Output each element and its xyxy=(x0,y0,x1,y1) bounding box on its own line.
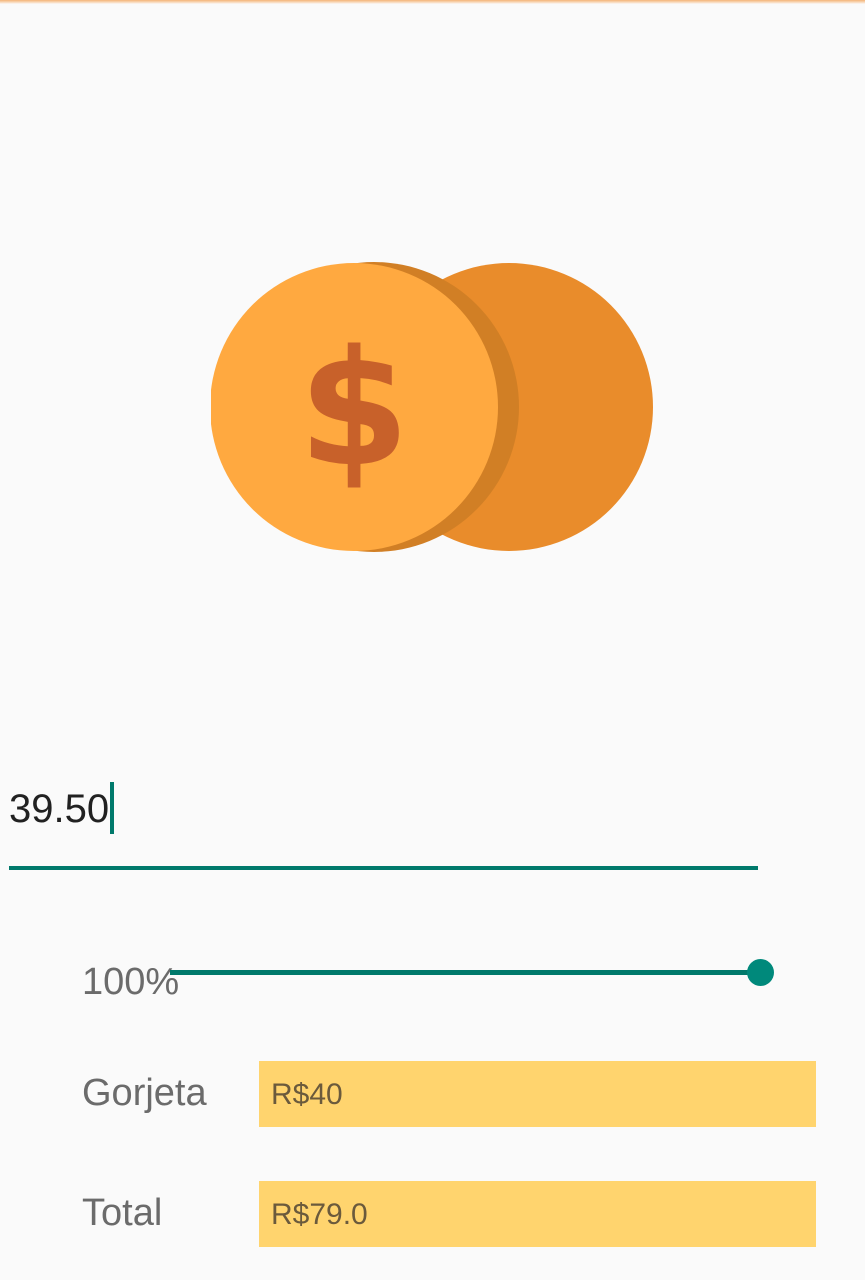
total-value: R$79.0 xyxy=(271,1198,368,1231)
bill-amount-value: 39.50 xyxy=(9,787,110,831)
text-cursor xyxy=(110,782,115,834)
tip-percent-slider[interactable] xyxy=(170,955,774,991)
tip-percent-label: 100% xyxy=(82,961,180,1003)
slider-track xyxy=(170,970,760,975)
total-label: Total xyxy=(82,1192,163,1234)
slider-thumb[interactable] xyxy=(747,959,774,986)
total-value-box: R$79.0 xyxy=(259,1181,816,1247)
tip-value: R$40 xyxy=(271,1078,343,1111)
bill-amount-input[interactable]: 39.50 xyxy=(9,760,758,872)
tip-label: Gorjeta xyxy=(82,1072,207,1114)
coins-dollar-icon: $ xyxy=(211,262,653,552)
dollar-sign: $ xyxy=(298,315,409,502)
tip-value-box: R$40 xyxy=(259,1061,816,1127)
status-bar-shadow xyxy=(0,0,865,4)
input-underline xyxy=(9,866,758,870)
